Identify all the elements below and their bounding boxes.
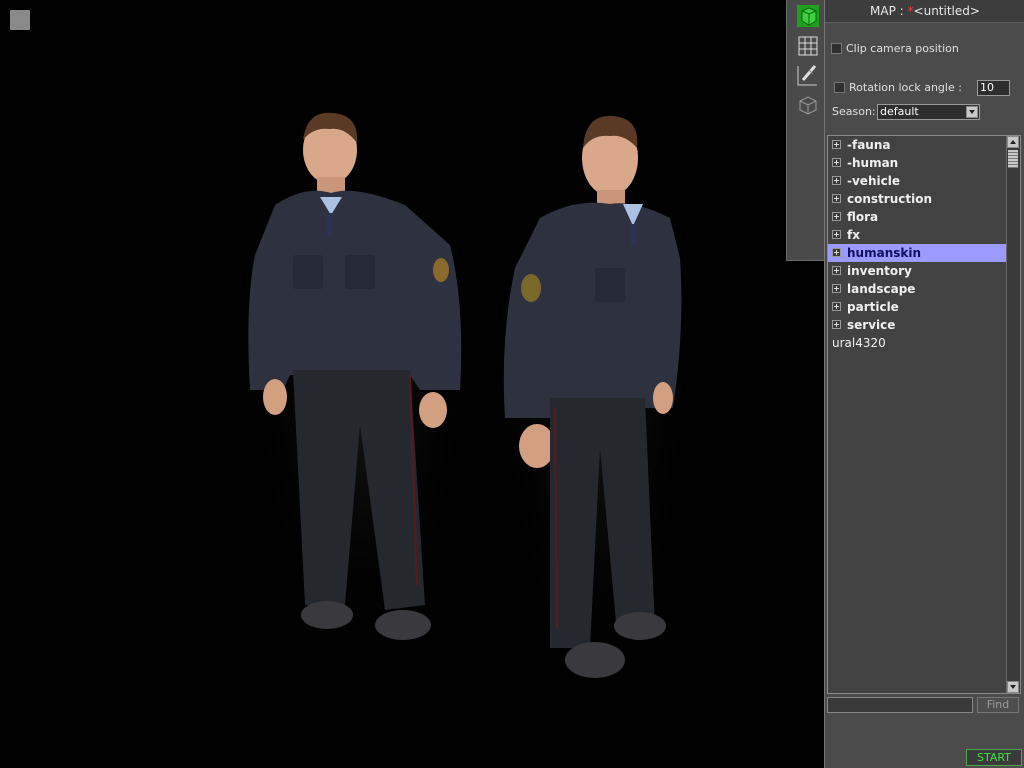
expand-plus-icon[interactable] bbox=[832, 176, 841, 185]
scroll-down-button[interactable] bbox=[1007, 681, 1019, 693]
tree-item[interactable]: flora bbox=[828, 208, 1008, 226]
season-select[interactable]: default bbox=[877, 104, 980, 120]
tree-item-label: -fauna bbox=[847, 138, 891, 152]
tree-item[interactable]: construction bbox=[828, 190, 1008, 208]
tree-item-label: landscape bbox=[847, 282, 916, 296]
expand-plus-icon[interactable] bbox=[832, 158, 841, 167]
scroll-thumb[interactable] bbox=[1008, 150, 1018, 168]
object-tree[interactable]: -fauna -human -vehicle construction flora fx h… bbox=[827, 135, 1021, 694]
3d-viewport[interactable] bbox=[0, 0, 824, 768]
expand-plus-icon[interactable] bbox=[832, 320, 841, 329]
rotation-lock-label: Rotation lock angle : bbox=[849, 81, 962, 94]
cube-green-icon[interactable] bbox=[795, 3, 821, 29]
expand-plus-icon[interactable] bbox=[832, 248, 841, 257]
tree-item-label: -human bbox=[847, 156, 899, 170]
expand-plus-icon[interactable] bbox=[832, 302, 841, 311]
wireframe-cube-icon[interactable] bbox=[795, 92, 821, 118]
expand-plus-icon[interactable] bbox=[832, 194, 841, 203]
map-title: MAP : *<untitled> bbox=[825, 0, 1024, 23]
tree-item[interactable]: -vehicle bbox=[828, 172, 1008, 190]
tree-item[interactable]: service bbox=[828, 316, 1008, 334]
object-browser-panel: MAP : *<untitled> Clip camera position R… bbox=[824, 0, 1024, 768]
ruler-pencil-icon[interactable] bbox=[795, 62, 821, 88]
tree-item-label: service bbox=[847, 318, 896, 332]
rotation-lock-checkbox[interactable] bbox=[834, 82, 845, 93]
expand-plus-icon[interactable] bbox=[832, 266, 841, 275]
tree-item[interactable]: inventory bbox=[828, 262, 1008, 280]
tree-item-label: particle bbox=[847, 300, 899, 314]
tree-item-label: flora bbox=[847, 210, 879, 224]
vertical-toolbar bbox=[786, 0, 825, 261]
tree-item-label: -vehicle bbox=[847, 174, 900, 188]
expand-plus-icon[interactable] bbox=[832, 230, 841, 239]
police-officer-model-right[interactable] bbox=[495, 108, 695, 693]
map-name: <untitled> bbox=[913, 4, 980, 18]
find-input[interactable] bbox=[827, 697, 973, 713]
tree-item[interactable]: ural4320 bbox=[828, 334, 1008, 352]
tree-item[interactable]: landscape bbox=[828, 280, 1008, 298]
season-value: default bbox=[880, 105, 919, 118]
start-button[interactable]: START bbox=[966, 749, 1022, 766]
tree-item-label: construction bbox=[847, 192, 932, 206]
grid-icon[interactable] bbox=[795, 33, 821, 59]
expand-plus-icon[interactable] bbox=[832, 212, 841, 221]
police-officer-model-left[interactable] bbox=[245, 105, 475, 660]
tree-item-label: ural4320 bbox=[832, 336, 886, 350]
tree-item[interactable]: fx bbox=[828, 226, 1008, 244]
map-label: MAP : bbox=[870, 4, 904, 18]
chevron-down-icon[interactable] bbox=[966, 106, 978, 118]
rotation-lock-angle-input[interactable]: 10 bbox=[977, 80, 1010, 96]
expand-plus-icon[interactable] bbox=[832, 284, 841, 293]
clip-camera-label: Clip camera position bbox=[846, 42, 959, 55]
tree-item-label: fx bbox=[847, 228, 860, 242]
tree-item[interactable]: -human bbox=[828, 154, 1008, 172]
tree-item[interactable]: humanskin bbox=[828, 244, 1008, 262]
tree-scrollbar[interactable] bbox=[1006, 136, 1020, 693]
tree-list: -fauna -human -vehicle construction flora fx h… bbox=[828, 136, 1020, 352]
scroll-up-button[interactable] bbox=[1007, 136, 1019, 148]
tree-item-label: humanskin bbox=[847, 246, 922, 260]
find-button[interactable]: Find bbox=[977, 697, 1019, 713]
clip-camera-checkbox[interactable] bbox=[831, 43, 842, 54]
season-label: Season: bbox=[832, 105, 876, 118]
viewport-menu-button[interactable] bbox=[10, 10, 30, 30]
tree-item[interactable]: -fauna bbox=[828, 136, 1008, 154]
tree-item-label: inventory bbox=[847, 264, 912, 278]
tree-item[interactable]: particle bbox=[828, 298, 1008, 316]
expand-plus-icon[interactable] bbox=[832, 140, 841, 149]
